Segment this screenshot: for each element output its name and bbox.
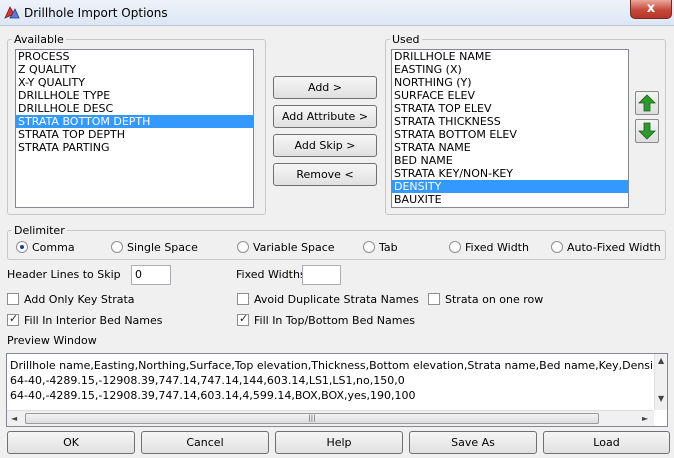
checkbox-box xyxy=(237,293,249,305)
list-item[interactable]: PROCESS xyxy=(16,50,253,63)
list-item[interactable]: NORTHING (Y) xyxy=(392,76,628,89)
available-legend: Available xyxy=(14,33,64,46)
list-item[interactable]: EASTING (X) xyxy=(392,63,628,76)
list-item[interactable]: DENSITY xyxy=(392,180,628,193)
horizontal-scrollbar[interactable]: ◄ ||| ► xyxy=(7,410,654,426)
list-item[interactable]: STRATA BOTTOM DEPTH xyxy=(16,115,253,128)
list-item[interactable]: BAUXITE xyxy=(392,193,628,206)
checkbox-label: Add Only Key Strata xyxy=(24,293,135,306)
preview-line: 64-40,-4289.15,-12908.39,747.14,603.14,4… xyxy=(10,389,416,402)
list-item[interactable]: STRATA THICKNESS xyxy=(392,115,628,128)
radio-fixed-width[interactable]: Fixed Width xyxy=(449,241,549,255)
fill-top-bottom-bed-names-checkbox[interactable]: Fill In Top/Bottom Bed Names xyxy=(237,312,417,328)
window-title: Drillhole Import Options xyxy=(24,6,168,20)
add-attribute-button[interactable]: Add Attribute > xyxy=(273,105,377,128)
arrow-down-icon xyxy=(638,122,656,140)
header-lines-label: Header Lines to Skip xyxy=(7,268,121,281)
radio-auto-fixed-width[interactable]: Auto-Fixed Width xyxy=(551,241,666,255)
list-item[interactable]: STRATA TOP ELEV xyxy=(392,102,628,115)
list-item[interactable]: STRATA BOTTOM ELEV xyxy=(392,128,628,141)
arrow-up-icon xyxy=(638,94,656,112)
checkbox-label: Strata on one row xyxy=(445,293,544,306)
radio-variable-space[interactable]: Variable Space xyxy=(237,241,347,255)
preview-line: Drillhole name,Easting,Northing,Surface,… xyxy=(10,359,654,372)
checkbox-box-checked xyxy=(7,312,19,326)
checkbox-box xyxy=(7,293,19,305)
available-list[interactable]: PROCESS Z QUALITY X-Y QUALITY DRILLHOLE TYP… xyxy=(15,49,254,208)
radio-comma[interactable]: Comma xyxy=(16,241,106,255)
used-list[interactable]: DRILLHOLE NAME EASTING (X) NORTHING (Y) SUR… xyxy=(391,49,629,208)
horizontal-scroll-thumb[interactable]: ||| xyxy=(25,413,599,424)
move-up-button[interactable] xyxy=(635,91,659,115)
checkbox-box xyxy=(428,293,440,305)
list-item[interactable]: DRILLHOLE TYPE xyxy=(16,89,253,102)
list-item[interactable]: STRATA PARTING xyxy=(16,141,253,154)
preview-line: 64-40,-4289.15,-12908.39,747.14,747.14,1… xyxy=(10,374,405,387)
scroll-right-icon[interactable]: ► xyxy=(642,414,648,423)
ok-button[interactable]: OK xyxy=(7,431,135,454)
radio-label: Variable Space xyxy=(253,241,335,254)
radio-dot xyxy=(449,241,461,253)
radio-label: Tab xyxy=(379,241,398,254)
close-button[interactable]: x xyxy=(630,0,672,19)
fixed-widths-label: Fixed Widths xyxy=(236,268,306,281)
list-item[interactable]: X-Y QUALITY xyxy=(16,76,253,89)
add-skip-button[interactable]: Add Skip > xyxy=(273,134,377,157)
radio-label: Single Space xyxy=(127,241,198,254)
scroll-left-icon[interactable]: ◄ xyxy=(11,414,17,423)
used-legend: Used xyxy=(392,33,420,46)
checkbox-label: Fill In Top/Bottom Bed Names xyxy=(254,314,415,327)
checkbox-box-checked xyxy=(237,312,249,326)
list-item[interactable]: STRATA NAME xyxy=(392,141,628,154)
radio-dot xyxy=(551,241,563,253)
checkbox-label: Fill In Interior Bed Names xyxy=(24,314,163,327)
fixed-widths-input[interactable] xyxy=(302,265,341,285)
strata-one-row-checkbox[interactable]: Strata on one row xyxy=(428,293,548,307)
add-only-key-strata-checkbox[interactable]: Add Only Key Strata xyxy=(7,293,157,307)
radio-dot xyxy=(16,241,28,253)
radio-label: Auto-Fixed Width xyxy=(567,241,661,254)
preview-window[interactable]: Drillhole name,Easting,Northing,Surface,… xyxy=(6,353,668,427)
checkbox-label: Avoid Duplicate Strata Names xyxy=(254,293,419,306)
move-down-button[interactable] xyxy=(635,119,659,143)
radio-dot xyxy=(363,241,375,253)
scroll-up-icon[interactable]: ▲ xyxy=(658,356,664,365)
list-item[interactable]: DRILLHOLE DESC xyxy=(16,102,253,115)
fill-interior-bed-names-checkbox[interactable]: Fill In Interior Bed Names xyxy=(7,312,167,328)
vertical-scrollbar[interactable]: ▲ ▼ xyxy=(654,354,667,410)
title-bar: Drillhole Import Options x xyxy=(0,0,674,26)
add-button[interactable]: Add > xyxy=(273,76,377,99)
radio-dot xyxy=(237,241,249,253)
radio-label: Fixed Width xyxy=(465,241,529,254)
radio-dot xyxy=(111,241,123,253)
remove-button[interactable]: Remove < xyxy=(273,163,377,186)
preview-window-label: Preview Window xyxy=(7,334,97,347)
cancel-button[interactable]: Cancel xyxy=(141,431,269,454)
help-button[interactable]: Help xyxy=(275,431,403,454)
app-icon xyxy=(4,6,20,19)
radio-single-space[interactable]: Single Space xyxy=(111,241,221,255)
list-item[interactable]: SURFACE ELEV xyxy=(392,89,628,102)
list-item[interactable]: BED NAME xyxy=(392,154,628,167)
load-button[interactable]: Load xyxy=(543,431,670,454)
close-icon: x xyxy=(646,1,656,16)
radio-label: Comma xyxy=(32,241,75,254)
list-item[interactable]: DRILLHOLE NAME xyxy=(392,50,628,63)
save-as-button[interactable]: Save As xyxy=(409,431,537,454)
avoid-duplicate-strata-checkbox[interactable]: Avoid Duplicate Strata Names xyxy=(237,293,419,307)
header-lines-input[interactable]: 0 xyxy=(131,265,171,285)
scroll-down-icon[interactable]: ▼ xyxy=(658,394,664,403)
list-item[interactable]: STRATA TOP DEPTH xyxy=(16,128,253,141)
radio-tab[interactable]: Tab xyxy=(363,241,423,255)
list-item[interactable]: STRATA KEY/NON-KEY xyxy=(392,167,628,180)
list-item[interactable]: Z QUALITY xyxy=(16,63,253,76)
delimiter-legend: Delimiter xyxy=(14,224,65,237)
